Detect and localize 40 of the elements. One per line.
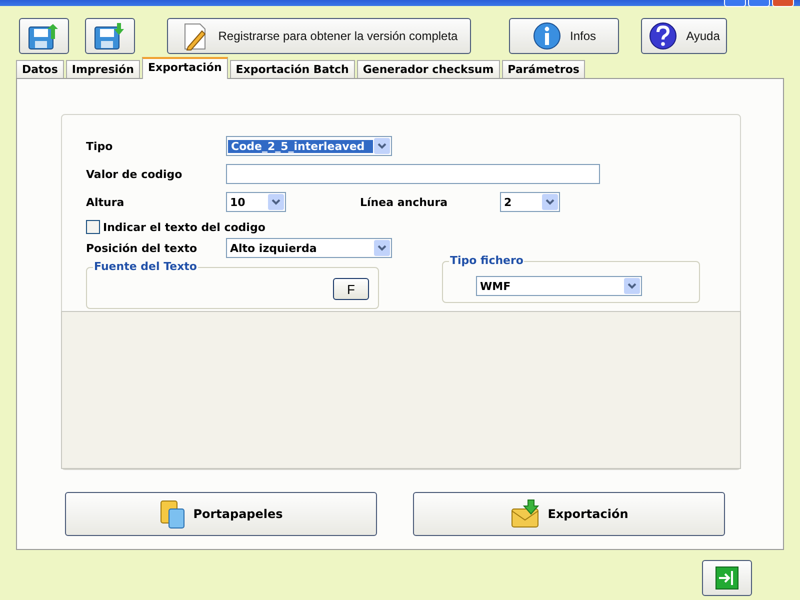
help-icon (648, 21, 678, 51)
clipboard-icon (159, 498, 188, 530)
height-dropdown[interactable]: 10 (226, 192, 286, 212)
tab[interactable]: Parámetros (502, 60, 586, 78)
floppy-icon (27, 21, 61, 51)
line-width-dropdown[interactable]: 2 (500, 192, 560, 212)
font-button[interactable]: F (333, 278, 369, 300)
tab[interactable]: Generador checksum (356, 60, 500, 78)
position-dropdown[interactable]: Alto izquierda (226, 238, 392, 258)
floppy-icon (93, 21, 127, 51)
floppy-download-button[interactable] (85, 18, 135, 54)
register-button[interactable]: Registrarse para obtener la versión completa (167, 18, 471, 54)
group-title: Fuente del Texto (93, 260, 198, 273)
field-label: Tipo (86, 140, 114, 152)
maximize-icon[interactable] (748, 0, 770, 7)
field-label: Valor de codigo (86, 168, 184, 180)
tab[interactable]: Exportación Batch (230, 60, 355, 78)
exit-icon (715, 566, 739, 590)
floppy-upload-button[interactable] (19, 18, 69, 54)
tab[interactable]: Datos (16, 60, 64, 78)
envelope-arrow-icon (510, 499, 542, 529)
field-label: Altura (86, 196, 126, 208)
field-label: Línea anchura (360, 196, 449, 208)
tab[interactable]: Impresión (66, 60, 140, 78)
help-button[interactable]: Ayuda (641, 18, 727, 54)
info-button[interactable]: Infos (509, 18, 619, 54)
checkbox[interactable] (86, 220, 100, 234)
file-type-dropdown[interactable]: WMF (476, 276, 642, 296)
exit-button[interactable] (702, 560, 752, 596)
close-icon[interactable] (772, 0, 794, 7)
info-icon (532, 21, 562, 51)
minimize-icon[interactable] (724, 0, 746, 7)
input-field[interactable] (226, 164, 600, 184)
field-label: Posición del texto (86, 242, 198, 254)
action-button[interactable]: Portapapeles (65, 492, 377, 536)
type-dropdown[interactable]: Code_2_5_interleaved (226, 136, 392, 156)
checkbox-label[interactable]: Indicar el texto del codigo (103, 220, 266, 234)
tab[interactable]: Exportación (142, 57, 228, 79)
group-title: Tipo fichero (449, 254, 524, 267)
action-button[interactable]: Exportación (413, 492, 725, 536)
